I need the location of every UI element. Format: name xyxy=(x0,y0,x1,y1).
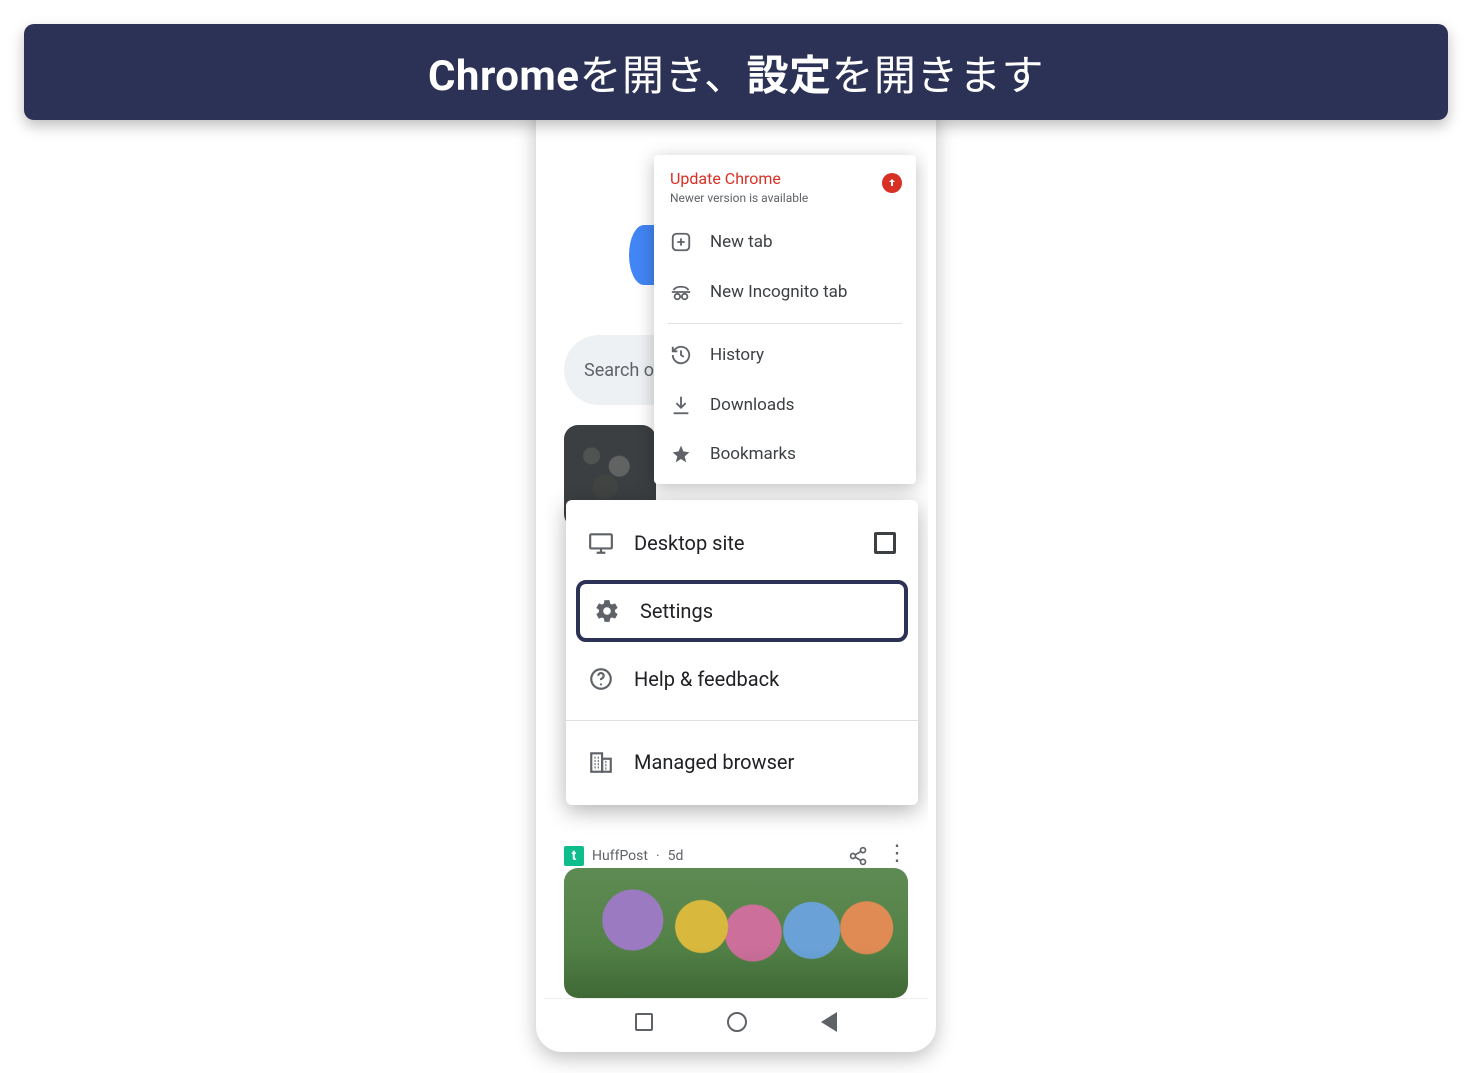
feed-source-name: HuffPost xyxy=(592,848,648,864)
phone-screen: Search or News t HuffPost · 5d ⋮ Update … xyxy=(544,100,928,1044)
popup-item-settings[interactable]: Settings xyxy=(576,580,908,642)
update-chrome-subtitle: Newer version is available xyxy=(670,191,900,205)
feed-source-age: 5d xyxy=(668,848,684,864)
menu-item-downloads-label: Downloads xyxy=(710,395,794,415)
incognito-icon xyxy=(670,281,692,303)
update-chrome-title: Update Chrome xyxy=(670,169,900,188)
popup-item-desktop-site[interactable]: Desktop site xyxy=(566,510,918,576)
menu-item-history[interactable]: History xyxy=(654,330,916,380)
chrome-options-popup: Desktop site Settings Help & feedback xyxy=(566,500,918,805)
popup-item-help-label: Help & feedback xyxy=(634,667,779,691)
desktop-site-checkbox[interactable] xyxy=(874,532,896,554)
feed-article-image[interactable] xyxy=(564,868,908,998)
menu-item-incognito-label: New Incognito tab xyxy=(710,282,847,302)
nav-home-icon[interactable] xyxy=(727,1012,747,1032)
desktop-icon xyxy=(588,530,614,556)
update-arrow-icon xyxy=(882,173,902,193)
popup-divider xyxy=(566,720,918,721)
nav-back-icon[interactable] xyxy=(821,1012,837,1032)
bookmarks-icon xyxy=(670,444,692,464)
menu-item-bookmarks-label: Bookmarks xyxy=(710,444,796,464)
instruction-mid: を開き、 xyxy=(579,52,746,101)
menu-item-new-tab[interactable]: New tab xyxy=(654,217,916,267)
feed-source-badge: t xyxy=(564,846,584,866)
update-chrome-row[interactable]: Update Chrome Newer version is available xyxy=(654,169,916,217)
share-icon[interactable] xyxy=(848,846,868,866)
menu-item-history-label: History xyxy=(710,345,764,365)
instruction-tail: を開きます xyxy=(832,52,1045,101)
menu-item-downloads[interactable]: Downloads xyxy=(654,380,916,430)
instruction-strong-1: Chrome xyxy=(428,52,580,101)
menu-item-new-tab-label: New tab xyxy=(710,232,773,252)
help-icon xyxy=(588,666,614,692)
popup-item-managed[interactable]: Managed browser xyxy=(566,729,918,795)
instruction-strong-2: 設定 xyxy=(747,52,832,101)
instruction-banner: Chromeを開き、設定を開きます xyxy=(24,24,1448,120)
popup-item-managed-label: Managed browser xyxy=(634,750,794,774)
menu-divider xyxy=(668,323,902,324)
feed-source-sep: · xyxy=(656,848,660,864)
android-navbar xyxy=(544,998,928,1044)
phone-frame: Search or News t HuffPost · 5d ⋮ Update … xyxy=(536,92,936,1052)
chrome-overflow-menu: Update Chrome Newer version is available… xyxy=(654,155,916,484)
nav-recent-icon[interactable] xyxy=(635,1013,653,1031)
feed-source-row: t HuffPost · 5d xyxy=(564,846,683,866)
popup-item-help[interactable]: Help & feedback xyxy=(566,646,918,712)
menu-item-incognito[interactable]: New Incognito tab xyxy=(654,267,916,317)
building-icon xyxy=(588,749,614,775)
menu-item-bookmarks[interactable]: Bookmarks xyxy=(654,430,916,478)
downloads-icon xyxy=(670,394,692,416)
instruction-text: Chromeを開き、設定を開きます xyxy=(428,42,1044,103)
popup-item-settings-label: Settings xyxy=(640,599,713,623)
gear-icon xyxy=(594,598,620,624)
new-tab-icon xyxy=(670,231,692,253)
search-placeholder: Search or xyxy=(584,360,660,381)
feed-more-icon[interactable]: ⋮ xyxy=(886,841,908,866)
history-icon xyxy=(670,344,692,366)
popup-item-desktop-site-label: Desktop site xyxy=(634,531,744,555)
